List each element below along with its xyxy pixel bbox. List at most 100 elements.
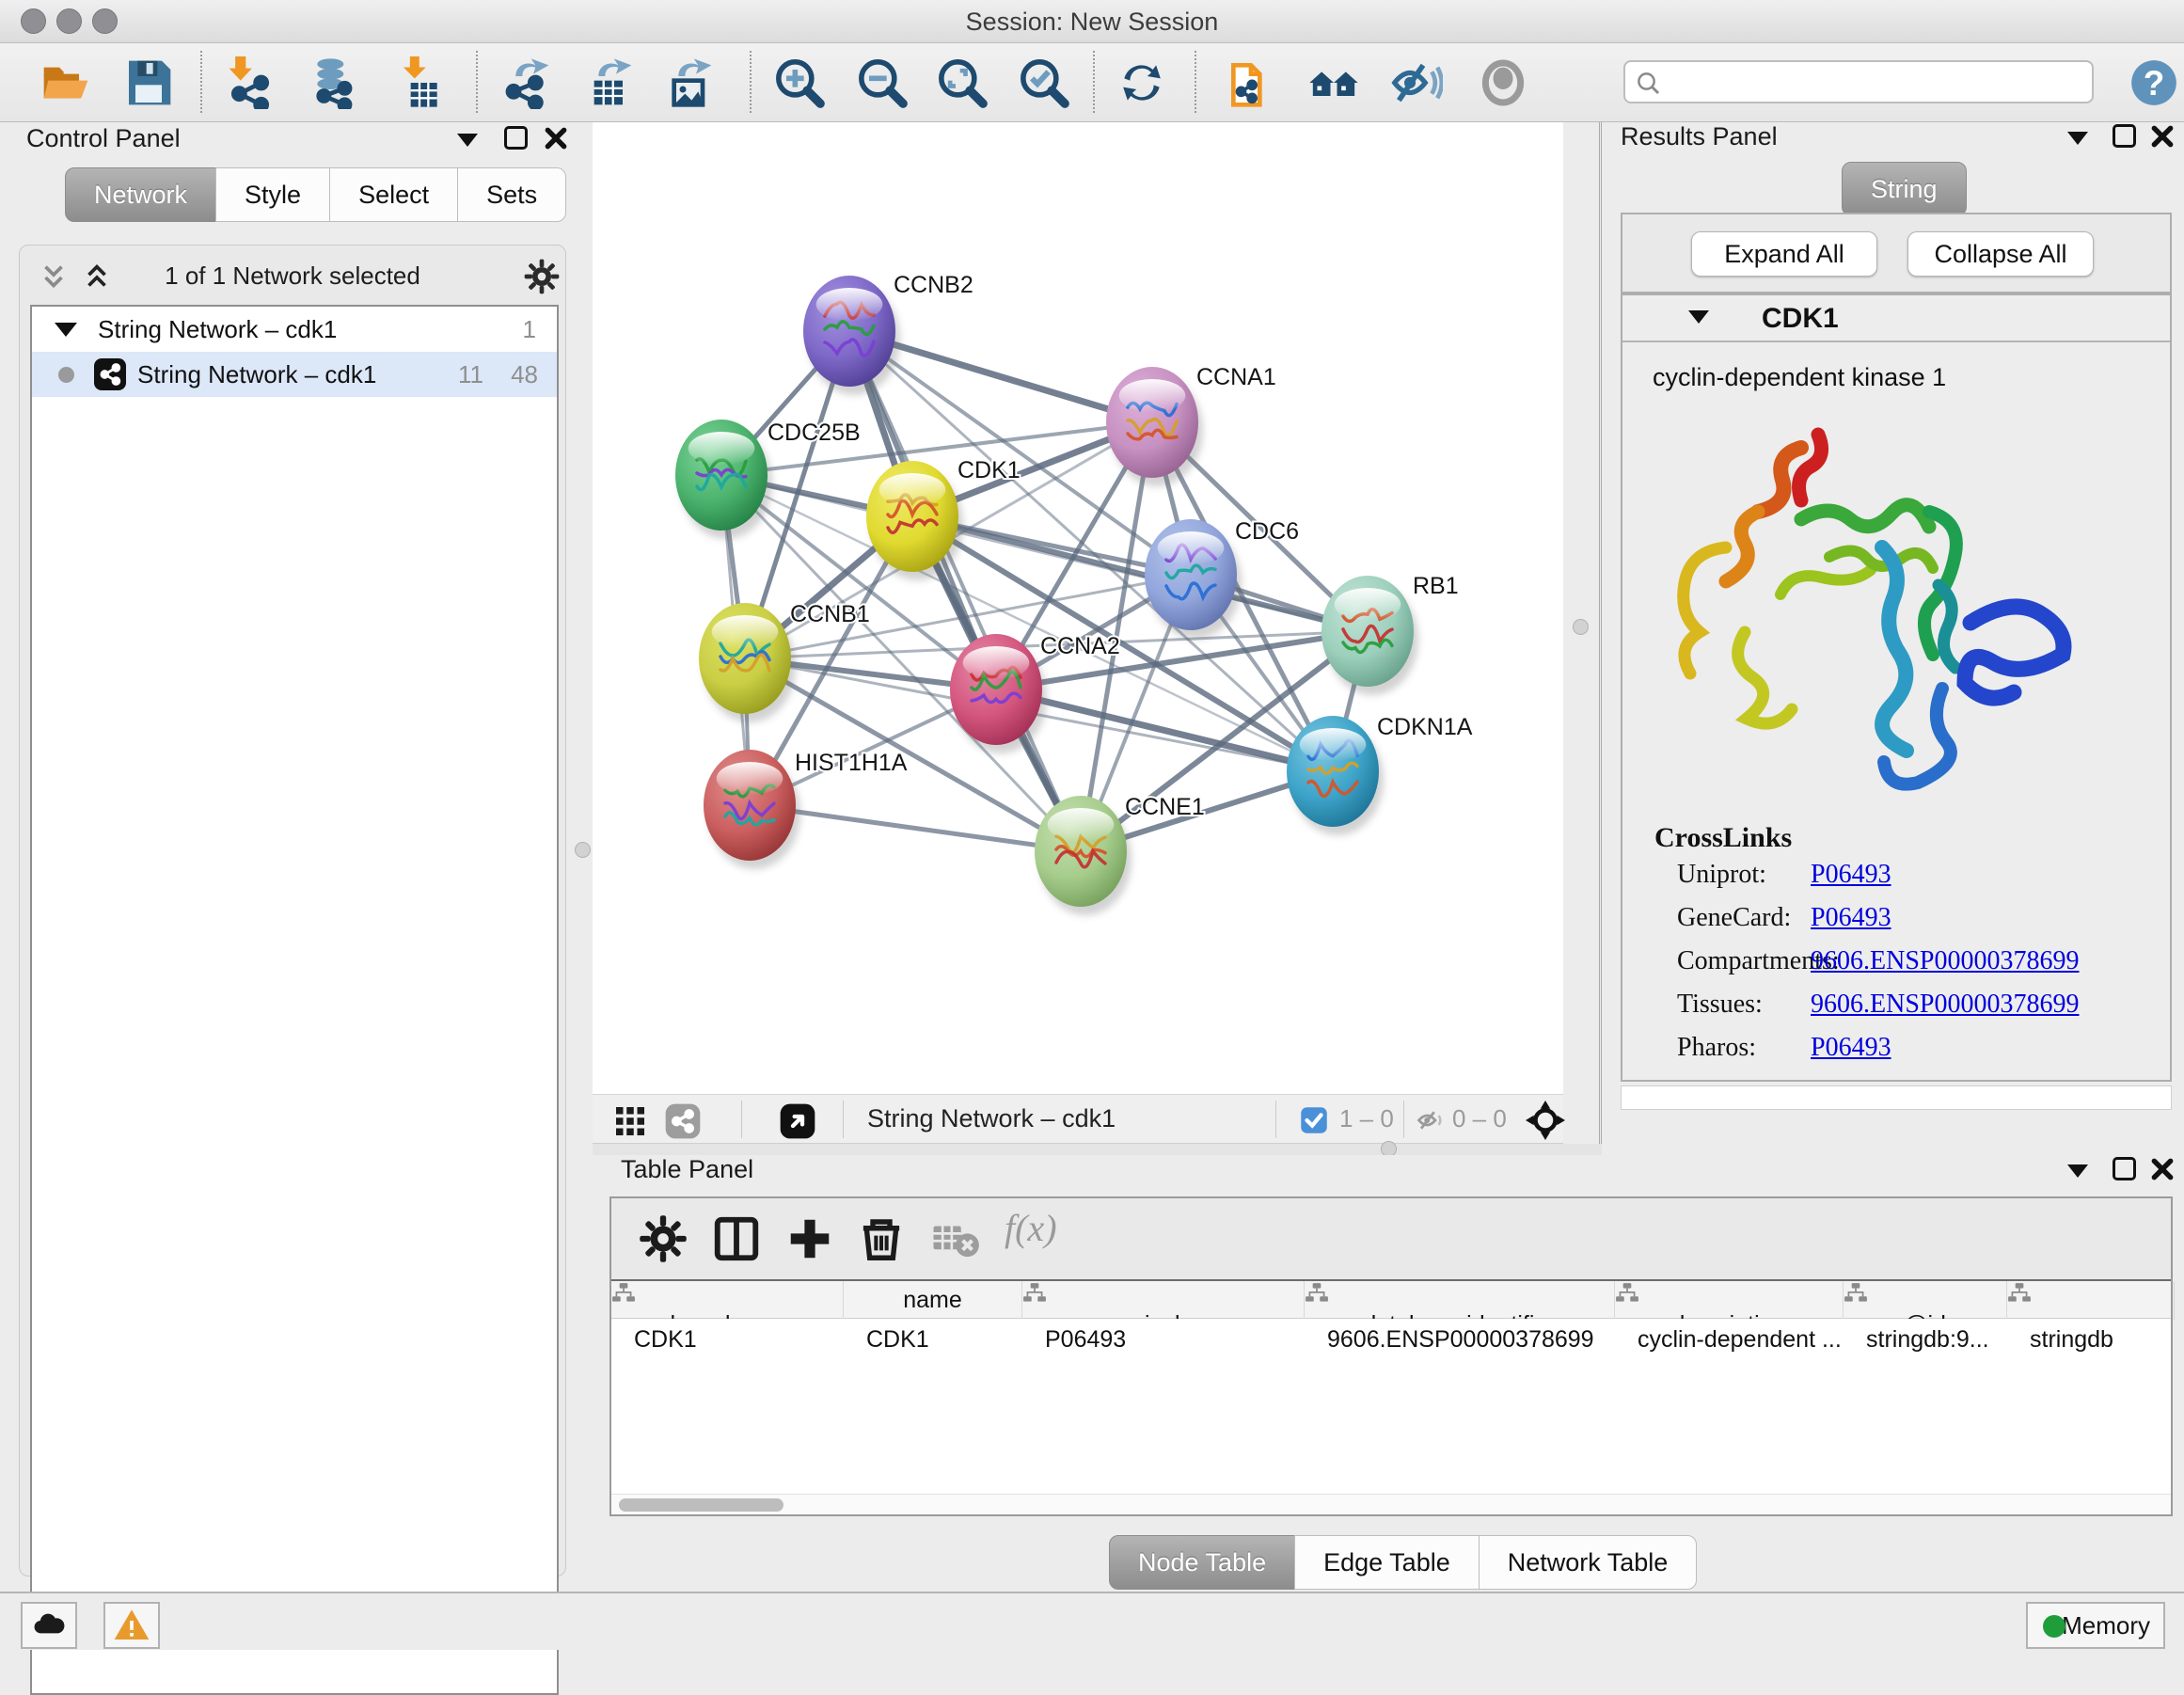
network-from-document-icon[interactable] — [1225, 56, 1277, 109]
table-row[interactable]: CDK1CDK1P064939606.ENSP00000378699cyclin… — [611, 1319, 2171, 1360]
crosslink-link[interactable]: P06493 — [1811, 1033, 1891, 1063]
tab-edge-table[interactable]: Edge Table — [1294, 1535, 1480, 1590]
panel-menu-icon[interactable] — [457, 134, 478, 147]
tree-expander-icon[interactable] — [55, 323, 77, 337]
right-splitter-handle[interactable] — [1573, 619, 1589, 635]
tab-select[interactable]: Select — [329, 167, 458, 222]
import-network-file-icon[interactable] — [224, 56, 277, 109]
network-node-ccna1[interactable] — [1106, 367, 1203, 486]
node-label-ccnb2: CCNB2 — [894, 272, 973, 298]
collapse-all-button[interactable]: Collapse All — [1907, 231, 2094, 277]
gene-header[interactable]: CDK1 — [1622, 295, 2170, 342]
hidden-eye-icon[interactable] — [1416, 1106, 1445, 1134]
crosslink-link[interactable]: 9606.ENSP00000378699 — [1811, 990, 2079, 1020]
network-node-ccnb1[interactable] — [699, 603, 796, 722]
network-node-ccna2[interactable] — [950, 634, 1047, 753]
save-session-icon[interactable] — [122, 56, 175, 109]
network-node-cdkn1a[interactable] — [1287, 716, 1384, 835]
network-canvas[interactable]: CCNB2CCNA1CDC25BCDK1CDC6RB1CCNB1CCNA2CDK… — [593, 122, 1563, 1094]
panel-float-icon[interactable] — [2113, 1157, 2136, 1180]
zoom-in-icon[interactable] — [773, 56, 826, 109]
table-hscrollbar-thumb[interactable] — [619, 1498, 783, 1512]
toolbar-separator — [1195, 51, 1196, 113]
memory-button[interactable]: Memory — [2026, 1602, 2165, 1649]
show-columns-icon[interactable] — [711, 1213, 762, 1264]
hide-glass-eye-icon[interactable] — [1390, 56, 1443, 109]
cell-database-identifier[interactable]: 9606.ENSP00000378699 — [1305, 1319, 1615, 1360]
column-header-namespace[interactable]: namespace — [2007, 1281, 2175, 1321]
left-splitter-handle[interactable] — [575, 842, 591, 858]
panel-float-icon[interactable] — [2113, 124, 2136, 148]
string-homes-icon[interactable] — [1307, 56, 1360, 109]
share-view-icon[interactable] — [664, 1102, 702, 1140]
table-hscrollbar[interactable] — [611, 1494, 2171, 1514]
network-node-cdk1[interactable] — [866, 461, 963, 580]
add-column-icon[interactable] — [784, 1213, 835, 1264]
table-options-gear-icon[interactable] — [638, 1213, 688, 1264]
crosslink-link[interactable]: 9606.ENSP00000378699 — [1811, 946, 2079, 976]
delete-column-icon[interactable] — [856, 1213, 907, 1264]
column-header-description[interactable]: description — [1615, 1281, 1844, 1321]
network-collection-row[interactable]: String Network – cdk1 1 — [32, 307, 557, 352]
network-node-hist1h1a[interactable] — [704, 750, 800, 869]
grid-mode-icon[interactable] — [613, 1104, 647, 1138]
network-node-rb1[interactable] — [1321, 576, 1418, 695]
network-node-ccne1[interactable] — [1035, 796, 1132, 915]
tab-node-table[interactable]: Node Table — [1109, 1535, 1295, 1590]
export-image-icon[interactable] — [663, 56, 716, 109]
column-header-shared-name[interactable]: shared name — [611, 1281, 844, 1321]
expand-all-button[interactable]: Expand All — [1691, 231, 1877, 277]
tab-network[interactable]: Network — [65, 167, 216, 222]
tab-sets[interactable]: Sets — [457, 167, 566, 222]
birdseye-view-icon[interactable] — [779, 1102, 816, 1140]
column-header--id[interactable]: @id — [1844, 1281, 2007, 1321]
cell-shared-name[interactable]: CDK1 — [611, 1319, 844, 1360]
crosslink-link[interactable]: P06493 — [1811, 860, 1891, 890]
panel-float-icon[interactable] — [504, 126, 528, 150]
cell-namespace[interactable]: stringdb — [2007, 1319, 2175, 1360]
node-label-ccna2: CCNA2 — [1040, 633, 1120, 659]
network-node-ccnb2[interactable] — [803, 276, 900, 395]
cell-canonical-name[interactable]: P06493 — [1022, 1319, 1305, 1360]
export-table-icon[interactable] — [583, 56, 636, 109]
zoom-selected-icon[interactable] — [1018, 56, 1070, 109]
help-icon[interactable]: ? — [2129, 58, 2182, 111]
cell-description[interactable]: cyclin-dependent ... — [1615, 1319, 1844, 1360]
network-node-cdc6[interactable] — [1145, 519, 1242, 639]
tab-network-table[interactable]: Network Table — [1479, 1535, 1698, 1590]
cloud-button[interactable] — [21, 1602, 77, 1649]
column-header-name[interactable]: name — [844, 1281, 1022, 1321]
cell--id[interactable]: stringdb:9... — [1844, 1319, 2007, 1360]
crosslink-link[interactable]: P06493 — [1811, 903, 1891, 933]
column-header-canonical-name[interactable]: canonical name — [1022, 1281, 1305, 1321]
zoom-out-icon[interactable] — [856, 56, 909, 109]
import-table-icon[interactable] — [393, 56, 446, 109]
selection-checkbox-icon[interactable] — [1300, 1106, 1328, 1134]
panel-menu-icon[interactable] — [2067, 1164, 2088, 1178]
network-row-selected[interactable]: String Network – cdk1 11 48 — [32, 352, 557, 397]
delete-table-icon[interactable] — [929, 1213, 980, 1264]
tab-style[interactable]: Style — [215, 167, 330, 222]
export-network-icon[interactable] — [500, 56, 553, 109]
search-input[interactable] — [1670, 64, 2084, 100]
edge-count: 48 — [511, 360, 538, 389]
warning-button[interactable] — [103, 1602, 160, 1649]
open-session-icon[interactable] — [40, 56, 92, 109]
function-builder-icon[interactable]: f(x) — [1005, 1206, 1108, 1257]
network-options-gear-icon[interactable] — [523, 258, 561, 295]
panel-close-icon[interactable] — [544, 126, 568, 150]
column-header-database-identifier[interactable]: database identifier — [1305, 1281, 1615, 1321]
refresh-icon[interactable] — [1116, 56, 1168, 109]
panel-close-icon[interactable] — [2150, 1157, 2175, 1181]
tab-string[interactable]: String — [1842, 162, 1967, 216]
panel-menu-icon[interactable] — [2067, 132, 2088, 145]
panel-close-icon[interactable] — [2150, 124, 2175, 149]
gene-collapse-icon[interactable] — [1688, 310, 1709, 324]
control-panel: Control Panel NetworkStyleSelectSets 1 o… — [8, 124, 576, 1586]
results-scrollbar-track[interactable] — [1621, 1085, 2172, 1110]
zoom-fit-icon[interactable] — [936, 56, 989, 109]
cell-name[interactable]: CDK1 — [844, 1319, 1022, 1360]
import-network-database-icon[interactable] — [309, 56, 361, 109]
gray-eye-icon[interactable] — [1477, 56, 1529, 109]
fit-crosshair-icon[interactable] — [1526, 1101, 1565, 1140]
